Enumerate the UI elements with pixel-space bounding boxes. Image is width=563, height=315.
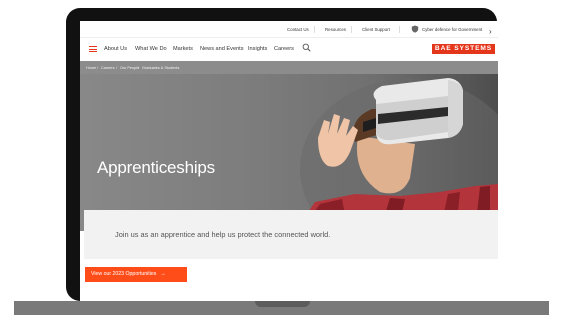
promo-link-cyber-defence[interactable]: Cyber defence for Government	[422, 27, 482, 32]
cta-label: View our 2023 Opportunities	[91, 271, 157, 277]
laptop-screen: Contact Us Resources Client Support Cybe…	[80, 21, 498, 301]
breadcrumb: Home / Careers / Our People / Graduates …	[80, 61, 498, 74]
nav-item-markets[interactable]: Markets	[173, 46, 193, 52]
shield-icon	[411, 25, 419, 33]
utility-link-contact[interactable]: Contact Us	[287, 27, 309, 32]
nav-item-about-us[interactable]: About Us	[104, 46, 127, 52]
breadcrumb-home[interactable]: Home	[86, 66, 96, 70]
menu-icon[interactable]	[89, 46, 97, 52]
divider	[351, 26, 352, 33]
search-icon[interactable]	[302, 43, 311, 52]
breadcrumb-separator: /	[116, 66, 118, 70]
page-title: Apprenticeships	[97, 158, 215, 177]
utility-nav: Contact Us Resources Client Support Cybe…	[80, 21, 498, 37]
laptop-hinge	[255, 301, 310, 307]
nav-item-insights[interactable]: Insights	[248, 46, 267, 52]
nav-item-what-we-do[interactable]: What We Do	[135, 46, 167, 52]
utility-link-client-support[interactable]: Client Support	[362, 27, 390, 32]
breadcrumb-our-people[interactable]: Our People	[120, 66, 139, 70]
nav-item-careers[interactable]: Careers	[274, 46, 294, 52]
utility-link-resources[interactable]: Resources	[325, 27, 346, 32]
intro-card: Join us as an apprentice and help us pro…	[84, 210, 498, 259]
chevron-right-icon[interactable]: ›	[489, 27, 492, 36]
breadcrumb-careers[interactable]: Careers	[101, 66, 115, 70]
arrow-right-icon: →	[160, 271, 166, 277]
divider	[314, 26, 315, 33]
intro-text: Join us as an apprentice and help us pro…	[115, 230, 331, 239]
hero-banner: Apprenticeships	[80, 74, 498, 231]
nav-item-news-and-events[interactable]: News and Events	[200, 46, 244, 52]
view-opportunities-button[interactable]: View our 2023 Opportunities →	[85, 267, 187, 282]
bae-systems-logo[interactable]: BAE SYSTEMS	[432, 44, 495, 54]
hero-photo-vr-headset	[295, 78, 498, 231]
main-nav: About Us What We Do Markets News and Eve…	[80, 37, 498, 60]
divider	[399, 26, 400, 33]
breadcrumb-separator: /	[97, 66, 99, 70]
breadcrumb-separator: /	[138, 66, 140, 70]
breadcrumb-graduates-students: Graduates & Students	[142, 66, 180, 70]
